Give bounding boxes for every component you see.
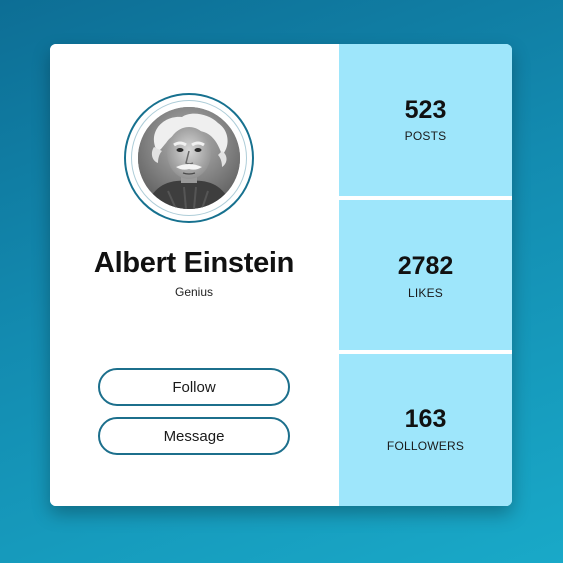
profile-subtitle: Genius — [174, 285, 214, 299]
avatar-ring — [124, 93, 254, 223]
profile-card: Albert Einstein Genius Follow Message 52… — [50, 44, 512, 506]
stat-followers-label: FOLLOWERS — [386, 439, 465, 453]
follow-button[interactable]: Follow — [98, 368, 290, 406]
stat-likes: 2782 LIKES — [339, 200, 512, 350]
profile-name: Albert Einstein — [93, 247, 295, 279]
stat-followers: 163 FOLLOWERS — [339, 354, 512, 506]
message-button[interactable]: Message — [98, 417, 290, 455]
stat-likes-value: 2782 — [397, 252, 454, 280]
stat-posts: 523 POSTS — [339, 44, 512, 196]
stat-posts-label: POSTS — [404, 129, 447, 143]
profile-section: Albert Einstein Genius Follow Message — [50, 44, 338, 506]
stat-likes-label: LIKES — [407, 286, 444, 300]
stat-followers-value: 163 — [404, 405, 447, 433]
avatar — [138, 107, 240, 209]
stats-panel: 523 POSTS 2782 LIKES 163 FOLLOWERS — [339, 44, 512, 506]
stat-posts-value: 523 — [404, 96, 447, 124]
avatar-portrait-image — [138, 107, 240, 209]
